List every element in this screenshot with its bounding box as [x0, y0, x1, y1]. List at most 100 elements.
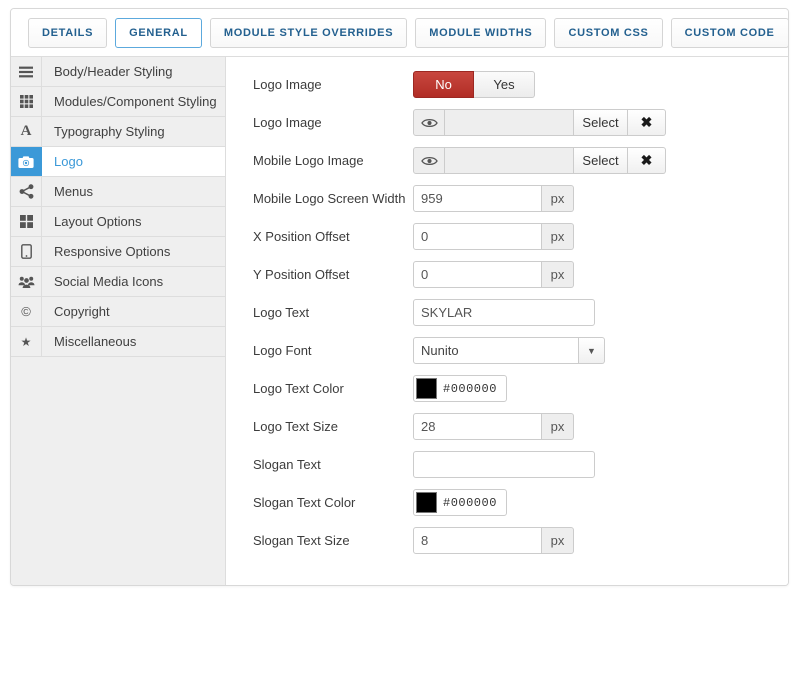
- sidebar-item-typography-styling[interactable]: A Typography Styling: [11, 117, 225, 147]
- form-row: Logo Text Color #000000: [253, 375, 788, 402]
- field-label: Logo Font: [253, 343, 413, 358]
- field-label: Y Position Offset: [253, 267, 413, 282]
- tablet-icon: [11, 237, 42, 266]
- logo-image-input[interactable]: [445, 109, 574, 136]
- x-icon: ✖: [641, 114, 653, 130]
- mobile-logo-image-input[interactable]: [445, 147, 574, 174]
- logo-font-input[interactable]: [413, 337, 579, 364]
- star-icon: ★: [11, 327, 42, 356]
- toggle-yes-button[interactable]: Yes: [474, 71, 535, 98]
- preview-eye-icon[interactable]: [413, 109, 445, 136]
- top-tab-bar: DETAILS GENERAL MODULE STYLE OVERRIDES M…: [11, 9, 788, 57]
- mobile-logo-screen-width-input[interactable]: [413, 185, 542, 212]
- preview-eye-icon[interactable]: [413, 147, 445, 174]
- field-label: X Position Offset: [253, 229, 413, 244]
- field-label: Slogan Text Size: [253, 533, 413, 548]
- bars-icon: [11, 57, 42, 86]
- logo-text-size-input[interactable]: [413, 413, 542, 440]
- logo-image-field: Select ✖: [413, 109, 666, 136]
- form-row: Mobile Logo Image Select ✖: [253, 147, 788, 174]
- field-label: Logo Image: [253, 115, 413, 130]
- field-label: Slogan Text: [253, 457, 413, 472]
- layout-grid-icon: [11, 207, 42, 236]
- field-label: Mobile Logo Image: [253, 153, 413, 168]
- logo-text-input[interactable]: [413, 299, 595, 326]
- logo-image-toggle: No Yes: [413, 71, 535, 98]
- tab-custom-css[interactable]: CUSTOM CSS: [554, 18, 662, 48]
- logo-text-size-field: px: [413, 413, 574, 440]
- form-row: Logo Text Size px: [253, 413, 788, 440]
- slogan-text-color-picker[interactable]: #000000: [413, 489, 507, 516]
- x-position-offset-input[interactable]: [413, 223, 542, 250]
- mobile-logo-image-field: Select ✖: [413, 147, 666, 174]
- sidebar-item-body-header-styling[interactable]: Body/Header Styling: [11, 57, 225, 87]
- form-row: Slogan Text: [253, 451, 788, 478]
- clear-logo-image-button[interactable]: ✖: [628, 109, 666, 136]
- unit-label: px: [542, 223, 574, 250]
- select-mobile-logo-image-button[interactable]: Select: [574, 147, 628, 174]
- settings-sidebar: Body/Header Styling Modules/Component St…: [11, 57, 226, 586]
- sidebar-item-responsive-options[interactable]: Responsive Options: [11, 237, 225, 267]
- grid-icon: [11, 87, 42, 116]
- x-position-offset-field: px: [413, 223, 574, 250]
- sidebar-item-label: Layout Options: [42, 207, 141, 236]
- camera-icon: [11, 147, 42, 176]
- field-label: Logo Image: [253, 77, 413, 92]
- field-label: Logo Text Size: [253, 419, 413, 434]
- y-position-offset-input[interactable]: [413, 261, 542, 288]
- template-settings-panel: DETAILS GENERAL MODULE STYLE OVERRIDES M…: [10, 8, 789, 586]
- form-row: Logo Font ▼: [253, 337, 788, 364]
- unit-label: px: [542, 527, 574, 554]
- font-dropdown-button[interactable]: ▼: [579, 337, 605, 364]
- sidebar-item-label: Copyright: [42, 297, 110, 326]
- sidebar-item-modules-component-styling[interactable]: Modules/Component Styling: [11, 87, 225, 117]
- slogan-text-size-field: px: [413, 527, 574, 554]
- mobile-logo-screen-width-field: px: [413, 185, 574, 212]
- tab-module-style-overrides[interactable]: MODULE STYLE OVERRIDES: [210, 18, 407, 48]
- sidebar-item-menus[interactable]: Menus: [11, 177, 225, 207]
- font-icon: A: [11, 117, 42, 146]
- sidebar-item-miscellaneous[interactable]: ★ Miscellaneous: [11, 327, 225, 357]
- copyright-icon: ©: [11, 297, 42, 326]
- logo-text-color-field: #000000: [413, 375, 507, 402]
- form-row: X Position Offset px: [253, 223, 788, 250]
- unit-label: px: [542, 261, 574, 288]
- sidebar-item-label: Typography Styling: [42, 117, 165, 146]
- form-row: Slogan Text Size px: [253, 527, 788, 554]
- sidebar-item-layout-options[interactable]: Layout Options: [11, 207, 225, 237]
- logo-font-select: ▼: [413, 337, 605, 364]
- form-row: Logo Image No Yes: [253, 71, 788, 98]
- field-label: Logo Text: [253, 305, 413, 320]
- y-position-offset-field: px: [413, 261, 574, 288]
- slogan-text-color-field: #000000: [413, 489, 507, 516]
- select-logo-image-button[interactable]: Select: [574, 109, 628, 136]
- sidebar-item-label: Modules/Component Styling: [42, 87, 217, 116]
- logo-text-color-picker[interactable]: #000000: [413, 375, 507, 402]
- sidebar-item-logo[interactable]: Logo: [11, 147, 225, 177]
- sidebar-item-label: Menus: [42, 177, 93, 206]
- form-row: Y Position Offset px: [253, 261, 788, 288]
- sidebar-item-copyright[interactable]: © Copyright: [11, 297, 225, 327]
- sidebar-item-label: Logo: [42, 147, 83, 176]
- slogan-text-input[interactable]: [413, 451, 595, 478]
- logo-text-field: [413, 299, 595, 326]
- toggle-no-button[interactable]: No: [413, 71, 474, 98]
- color-swatch: [416, 378, 437, 399]
- tab-custom-code[interactable]: CUSTOM CODE: [671, 18, 789, 48]
- share-icon: [11, 177, 42, 206]
- form-row: Mobile Logo Screen Width px: [253, 185, 788, 212]
- unit-label: px: [542, 413, 574, 440]
- tab-general[interactable]: GENERAL: [115, 18, 202, 48]
- tab-details[interactable]: DETAILS: [28, 18, 107, 48]
- slogan-text-size-input[interactable]: [413, 527, 542, 554]
- logo-settings-form: Logo Image No Yes Logo Image Select ✖: [226, 57, 788, 586]
- slogan-text-field: [413, 451, 595, 478]
- form-row: Slogan Text Color #000000: [253, 489, 788, 516]
- sidebar-item-social-media-icons[interactable]: Social Media Icons: [11, 267, 225, 297]
- clear-mobile-logo-image-button[interactable]: ✖: [628, 147, 666, 174]
- sidebar-item-label: Responsive Options: [42, 237, 170, 266]
- tab-module-widths[interactable]: MODULE WIDTHS: [415, 18, 546, 48]
- x-icon: ✖: [641, 152, 653, 168]
- unit-label: px: [542, 185, 574, 212]
- field-label: Slogan Text Color: [253, 495, 413, 510]
